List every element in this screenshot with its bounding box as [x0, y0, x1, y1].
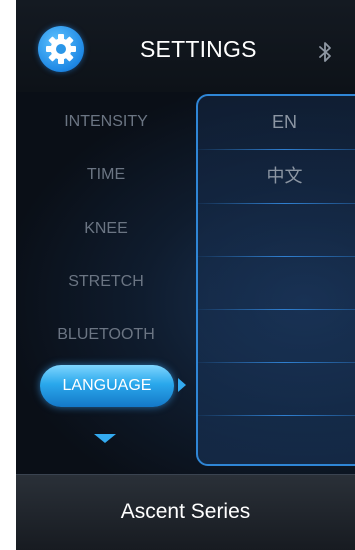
menu-item-bluetooth[interactable]: BLUETOOTH — [16, 326, 196, 344]
menu-item-stretch[interactable]: STRETCH — [16, 273, 196, 291]
settings-body: INTENSITY TIME KNEE STRETCH BLUETOOTH LA… — [16, 92, 355, 474]
menu-item-knee[interactable]: KNEE — [16, 220, 196, 238]
language-option-en[interactable]: EN — [198, 96, 355, 149]
language-option-empty[interactable] — [198, 416, 355, 469]
page-title: SETTINGS — [140, 36, 257, 62]
chevron-down-icon[interactable] — [94, 434, 116, 443]
model-name: Ascent Series — [120, 500, 251, 523]
settings-screen: SETTINGS INTENSITY TIME KNEE STRETCH BLU… — [16, 0, 355, 550]
header-bar: SETTINGS — [16, 0, 355, 92]
selection-arrow-icon — [178, 378, 186, 392]
language-options-panel: EN 中文 — [196, 94, 355, 466]
bluetooth-icon — [318, 41, 332, 68]
language-option-empty[interactable] — [198, 204, 355, 257]
menu-item-time[interactable]: TIME — [16, 166, 196, 184]
menu-item-language[interactable]: LANGUAGE — [40, 365, 174, 407]
language-option-empty[interactable] — [198, 257, 355, 310]
footer-bar: Ascent Series — [16, 474, 355, 550]
gear-icon[interactable] — [38, 26, 84, 72]
menu-item-intensity[interactable]: INTENSITY — [16, 113, 196, 131]
language-option-zh[interactable]: 中文 — [198, 150, 355, 203]
language-option-empty[interactable] — [198, 310, 355, 363]
language-option-empty[interactable] — [198, 363, 355, 416]
